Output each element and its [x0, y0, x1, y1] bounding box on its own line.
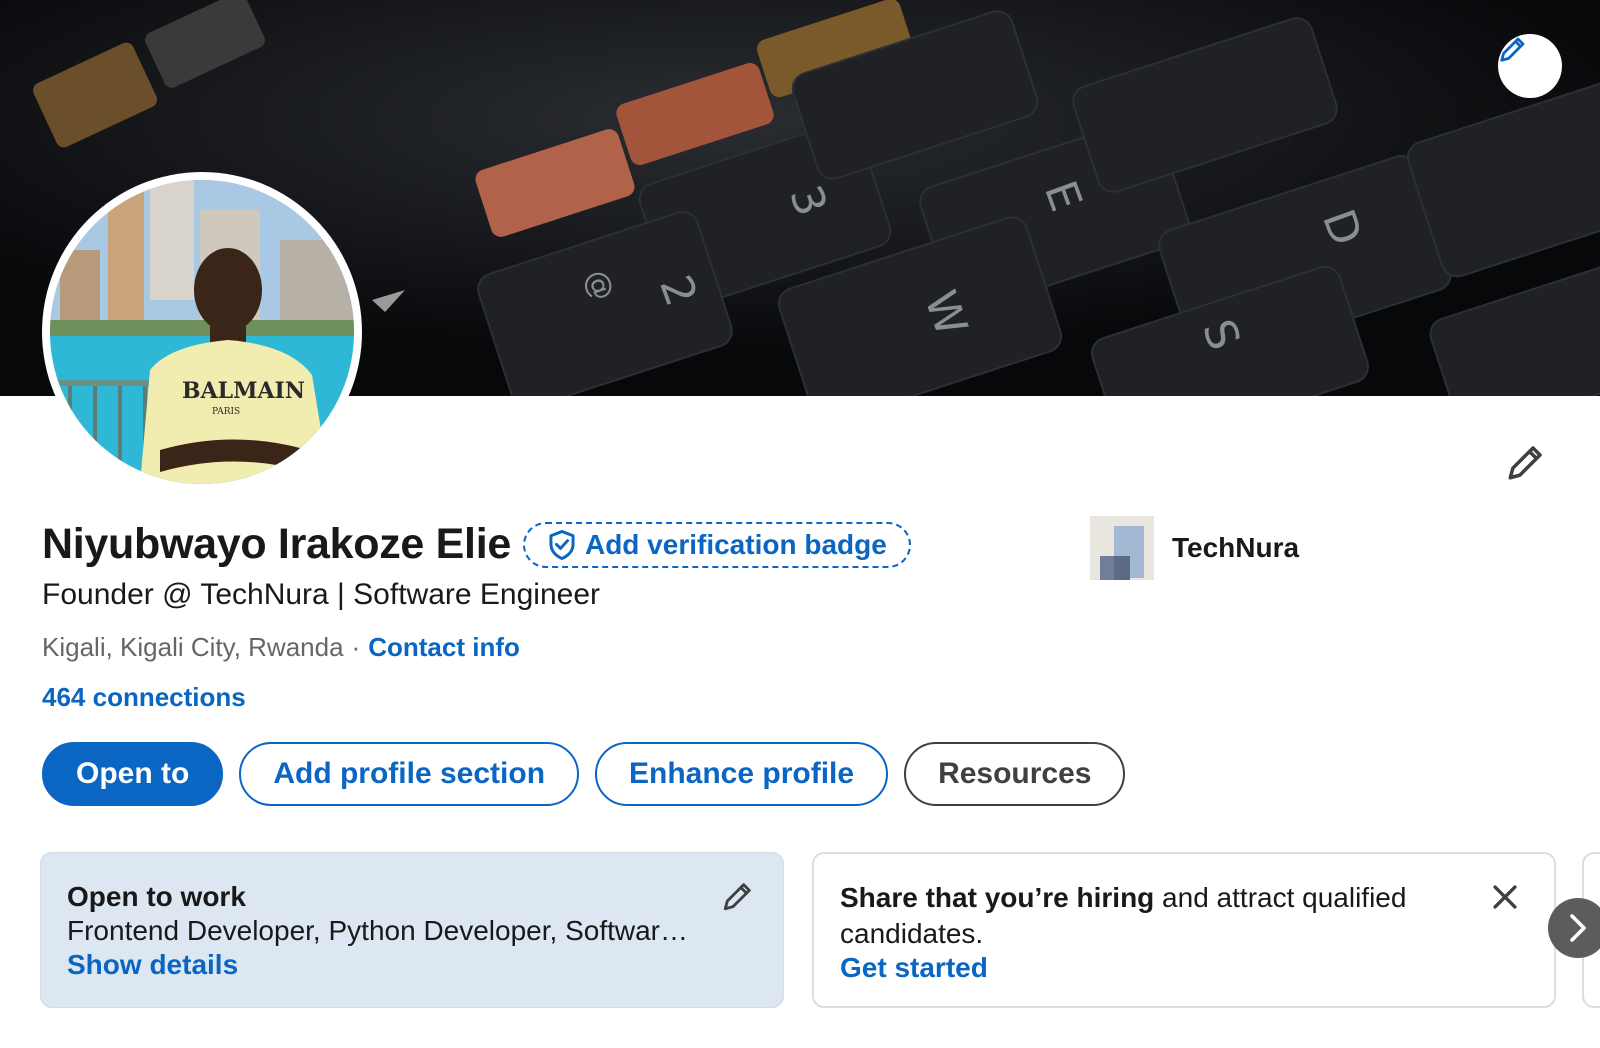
pencil-icon	[1508, 446, 1542, 480]
open-to-button[interactable]: Open to	[42, 742, 224, 806]
profile-location: Kigali, Kigali City, Rwanda	[42, 632, 344, 662]
avatar: BALMAIN PARIS	[50, 180, 354, 484]
separator-dot: ·	[351, 632, 361, 662]
close-hiring-card-button[interactable]	[1488, 880, 1524, 916]
location-row: Kigali, Kigali City, Rwanda · Contact in…	[42, 632, 520, 663]
verification-badge-label: Add verification badge	[584, 528, 887, 560]
hiring-text: Share that you’re hiring and attract qua…	[840, 880, 1460, 952]
hiring-card: Share that you’re hiring and attract qua…	[812, 852, 1556, 1008]
open-to-work-roles: Frontend Developer, Python Developer, So…	[67, 915, 689, 946]
open-to-work-title: Open to work	[67, 881, 246, 912]
profile-name: Niyubwayo Irakoze Elie	[42, 520, 511, 568]
name-row: Niyubwayo Irakoze Elie Add verification …	[42, 520, 911, 569]
open-to-work-card: Open to work Frontend Developer, Python …	[40, 852, 784, 1008]
chevron-right-icon	[1570, 914, 1586, 942]
company-name: TechNura	[1172, 532, 1300, 563]
add-verification-badge-button[interactable]: Add verification badge	[522, 521, 911, 568]
shield-check-icon	[549, 529, 575, 560]
svg-text:BALMAIN: BALMAIN	[182, 378, 305, 404]
pencil-icon	[723, 883, 751, 911]
get-started-link[interactable]: Get started	[840, 952, 1528, 984]
carousel-next-button[interactable]	[1548, 898, 1600, 958]
company-logo-icon	[1090, 516, 1154, 580]
current-company[interactable]: TechNura	[1090, 516, 1299, 580]
profile-actions: Open to Add profile section Enhance prof…	[42, 742, 1126, 806]
contact-info-link[interactable]: Contact info	[368, 632, 520, 663]
enhance-profile-button[interactable]: Enhance profile	[595, 742, 889, 806]
resources-button[interactable]: Resources	[904, 742, 1126, 806]
profile-photo[interactable]: BALMAIN PARIS	[42, 172, 362, 492]
show-details-link[interactable]: Show details	[67, 949, 757, 981]
profile-headline: Founder @ TechNura | Software Engineer	[42, 578, 600, 611]
close-icon	[1493, 885, 1517, 909]
hiring-bold-text: Share that you’re hiring	[840, 882, 1155, 913]
edit-intro-button[interactable]	[1502, 438, 1550, 486]
company-logo	[1090, 516, 1154, 580]
svg-text:PARIS: PARIS	[212, 407, 240, 417]
edit-open-to-work-button[interactable]	[721, 879, 757, 915]
edit-banner-button[interactable]	[1498, 34, 1562, 98]
add-profile-section-button[interactable]: Add profile section	[239, 742, 580, 806]
connections-link[interactable]: 464 connections	[42, 682, 246, 713]
pencil-icon	[1500, 37, 1525, 62]
